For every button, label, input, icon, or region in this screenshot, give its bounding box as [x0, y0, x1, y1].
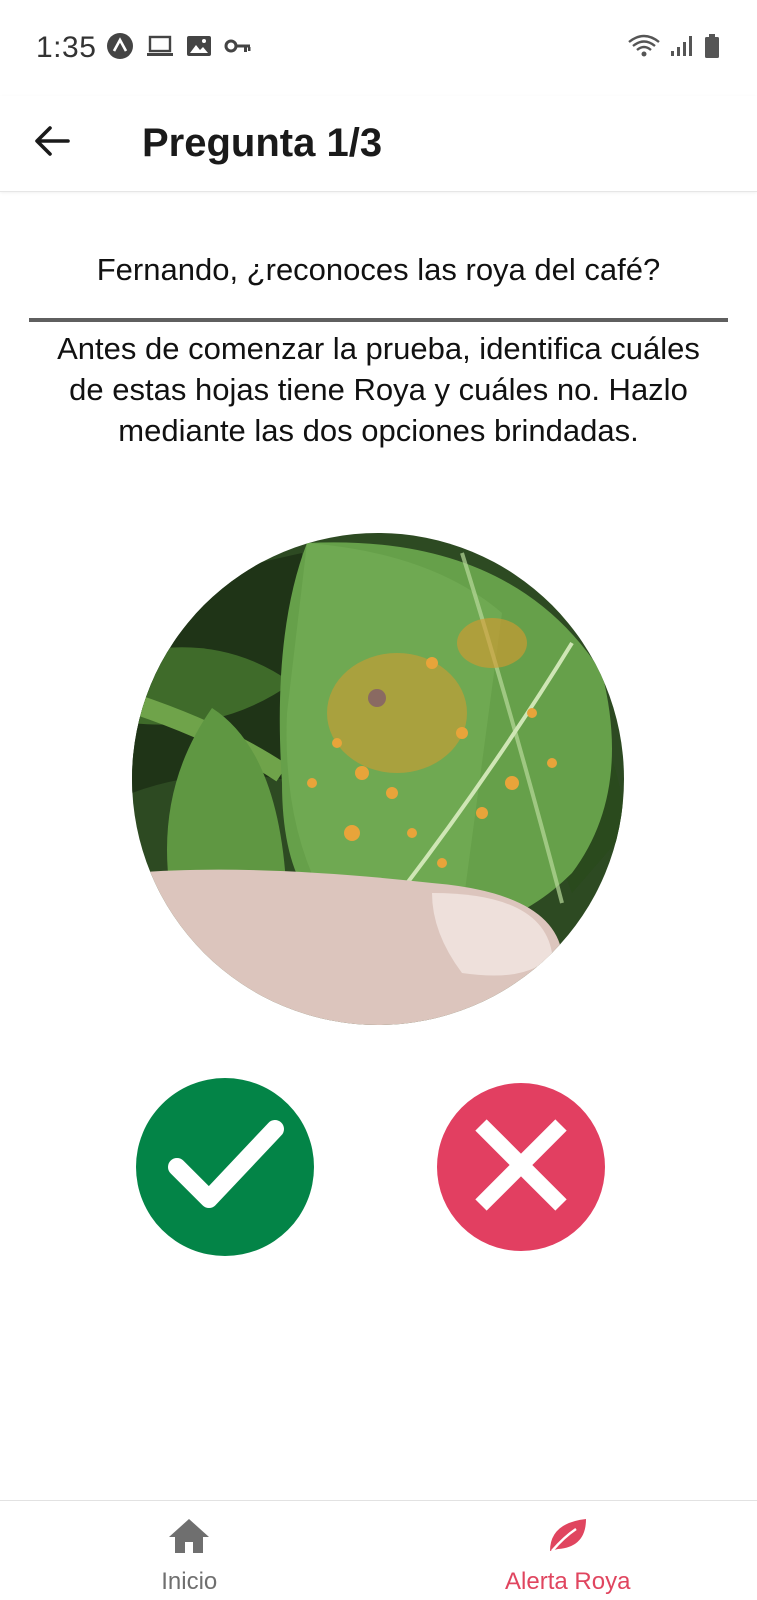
coffee-leaf-image [132, 533, 624, 1025]
nav-label-alerta-roya: Alerta Roya [505, 1568, 631, 1595]
wifi-icon [627, 33, 661, 64]
key-icon [224, 36, 252, 61]
arrow-left-icon [34, 125, 70, 162]
status-icons-right [627, 33, 721, 64]
status-icons-left [106, 32, 252, 65]
home-icon [167, 1517, 211, 1560]
battery-icon [703, 33, 721, 64]
nav-label-inicio: Inicio [161, 1568, 218, 1595]
page-title: Pregunta 1/3 [142, 121, 383, 165]
image-icon [186, 34, 212, 63]
yes-roya-button[interactable] [136, 1078, 314, 1256]
instructions-text: Antes de comenzar la prueba, identifica … [57, 331, 700, 448]
app-bar: Pregunta 1/3 [0, 96, 757, 192]
nav-item-inicio[interactable]: Inicio [0, 1501, 379, 1600]
back-button[interactable] [22, 114, 82, 174]
divider [29, 318, 728, 322]
nav-item-alerta-roya[interactable]: Alerta Roya [379, 1501, 757, 1600]
question-text: Fernando, ¿reconoces las roya del café? [96, 252, 661, 287]
laptop-icon [146, 34, 174, 63]
status-bar: 1:35 [0, 0, 757, 96]
bottom-nav: Inicio Alerta Roya [0, 1500, 757, 1600]
signal-icon [669, 34, 695, 63]
leaf-icon [546, 1517, 590, 1560]
no-roya-button[interactable] [437, 1083, 605, 1251]
status-time: 1:35 [36, 31, 97, 64]
app-a-icon [106, 32, 134, 65]
check-icon [165, 1115, 285, 1220]
x-icon [471, 1115, 571, 1220]
